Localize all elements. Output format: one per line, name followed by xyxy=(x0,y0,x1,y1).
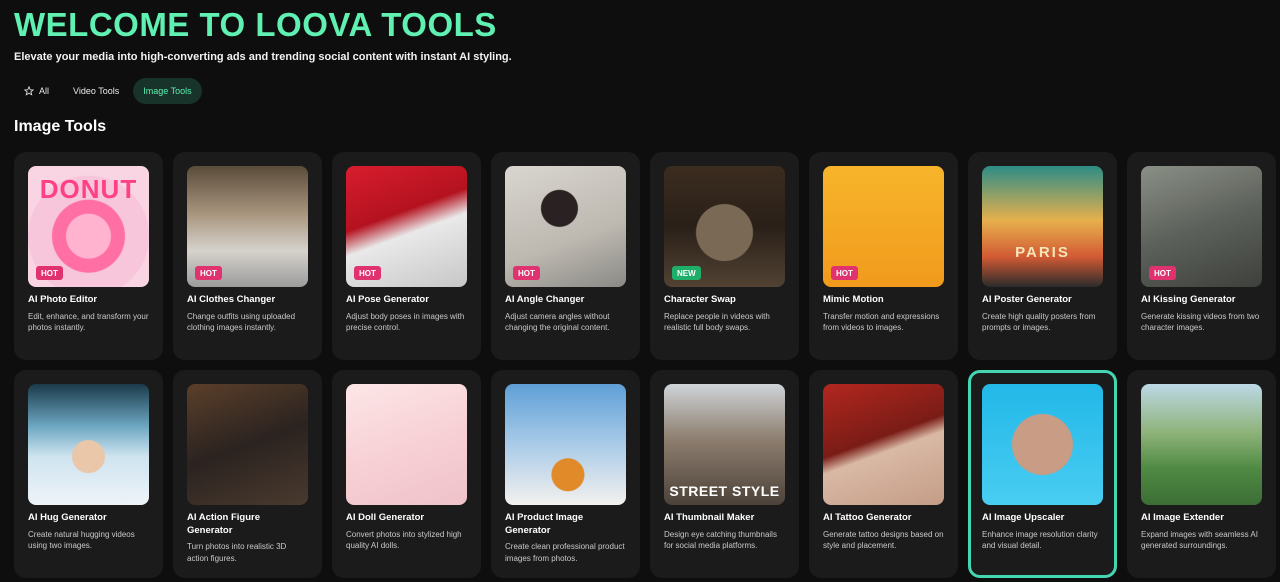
tool-card-image-extender[interactable]: AI Image Extender Expand images with sea… xyxy=(1127,370,1276,578)
tool-description: Generate kissing videos from two charact… xyxy=(1141,311,1260,333)
tool-card-poster-generator[interactable]: PARIS AI Poster Generator Create high qu… xyxy=(968,152,1117,360)
tool-thumbnail: DONUT HOT xyxy=(28,166,149,287)
tool-thumbnail: HOT xyxy=(505,166,626,287)
tool-description: Adjust camera angles without changing th… xyxy=(505,311,610,333)
tool-name: AI Thumbnail Maker xyxy=(664,512,755,523)
tool-description: Expand images with seamless AI generated… xyxy=(1141,529,1258,551)
hot-badge: HOT xyxy=(831,266,858,280)
tool-card-character-swap[interactable]: NEW Character Swap Replace people in vid… xyxy=(650,152,799,360)
hot-badge: HOT xyxy=(195,266,222,280)
tool-description: Design eye catching thumbnails for socia… xyxy=(664,529,777,551)
page-subtitle: Elevate your media into high-converting … xyxy=(14,51,512,63)
tool-card-doll-generator[interactable]: AI Doll Generator Convert photos into st… xyxy=(332,370,481,578)
thumbnail-text: STREET STYLE xyxy=(669,483,780,499)
tool-thumbnail: PARIS xyxy=(982,166,1103,287)
tool-description: Create natural hugging videos using two … xyxy=(28,529,135,551)
tool-card-pose-generator[interactable]: HOT AI Pose Generator Adjust body poses … xyxy=(332,152,481,360)
tool-name: AI Action Figure Generator xyxy=(187,512,261,536)
tool-card-photo-editor[interactable]: DONUT HOT AI Photo Editor Edit, enhance,… xyxy=(14,152,163,360)
tool-description: Convert photos into stylized high qualit… xyxy=(346,529,462,551)
tool-thumbnail: HOT xyxy=(823,166,944,287)
tool-description: Generate tattoo designs based on style a… xyxy=(823,529,944,551)
tool-name: AI Angle Changer xyxy=(505,294,585,305)
tool-name: AI Kissing Generator xyxy=(1141,294,1236,305)
tool-card-kissing-generator[interactable]: HOT AI Kissing Generator Generate kissin… xyxy=(1127,152,1276,360)
tool-description: Turn photos into realistic 3D action fig… xyxy=(187,542,287,563)
tool-description: Create high quality posters from prompts… xyxy=(982,311,1096,333)
tab-label: Video Tools xyxy=(73,86,120,96)
tool-thumbnail xyxy=(505,384,626,505)
tool-card-clothes-changer[interactable]: HOT AI Clothes Changer Change outfits us… xyxy=(173,152,322,360)
tool-thumbnail: NEW xyxy=(664,166,785,287)
tool-card-image-upscaler[interactable]: AI Image Upscaler Enhance image resoluti… xyxy=(968,370,1117,578)
tool-thumbnail: STREET STYLE xyxy=(664,384,785,505)
tool-name: AI Poster Generator xyxy=(982,294,1072,305)
tool-grid: DONUT HOT AI Photo Editor Edit, enhance,… xyxy=(14,152,1276,578)
tab-label: All xyxy=(39,86,50,96)
tool-name: AI Product Image Generator xyxy=(505,512,584,536)
thumbnail-text: DONUT xyxy=(39,174,138,204)
tool-thumbnail: HOT xyxy=(346,166,467,287)
hot-badge: HOT xyxy=(1149,266,1176,280)
section-title: Image Tools xyxy=(14,118,107,135)
tool-description: Transfer motion and expressions from vid… xyxy=(823,311,940,333)
tool-card-tattoo-generator[interactable]: AI Tattoo Generator Generate tattoo desi… xyxy=(809,370,958,578)
filter-tabs: All Video Tools Image Tools xyxy=(14,78,202,104)
tool-description: Create clean professional product images… xyxy=(505,542,625,563)
tab-video-tools[interactable]: Video Tools xyxy=(63,78,129,104)
tab-image-tools[interactable]: Image Tools xyxy=(133,78,202,104)
tool-name: AI Photo Editor xyxy=(28,294,98,305)
tab-all[interactable]: All xyxy=(14,78,59,104)
tool-description: Change outfits using uploaded clothing i… xyxy=(187,311,296,333)
tool-name: AI Tattoo Generator xyxy=(823,512,912,523)
tool-description: Edit, enhance, and transform your photos… xyxy=(28,311,149,333)
tool-thumbnail xyxy=(823,384,944,505)
tool-description: Adjust body poses in images with precise… xyxy=(346,311,465,333)
hot-badge: HOT xyxy=(36,266,63,280)
tool-thumbnail xyxy=(346,384,467,505)
hot-badge: HOT xyxy=(513,266,540,280)
page-title: WELCOME TO LOOVA TOOLS xyxy=(14,6,497,43)
tool-name: AI Hug Generator xyxy=(28,512,107,523)
tool-name: AI Clothes Changer xyxy=(187,294,276,305)
tool-name: Mimic Motion xyxy=(823,294,884,305)
tool-name: AI Image Extender xyxy=(1141,512,1224,523)
tool-card-product-image-generator[interactable]: AI Product Image Generator Create clean … xyxy=(491,370,640,578)
tool-name: AI Pose Generator xyxy=(346,294,429,305)
tool-card-hug-generator[interactable]: AI Hug Generator Create natural hugging … xyxy=(14,370,163,578)
hot-badge: HOT xyxy=(354,266,381,280)
tool-thumbnail xyxy=(187,384,308,505)
thumbnail-text: PARIS xyxy=(1015,244,1070,261)
new-badge: NEW xyxy=(672,266,701,280)
tool-card-thumbnail-maker[interactable]: STREET STYLE AI Thumbnail Maker Design e… xyxy=(650,370,799,578)
star-icon xyxy=(24,86,34,96)
tool-name: Character Swap xyxy=(664,294,736,305)
tool-description: Replace people in videos with realistic … xyxy=(664,311,770,333)
tool-name: AI Doll Generator xyxy=(346,512,425,523)
tool-thumbnail xyxy=(982,384,1103,505)
tool-card-action-figure-generator[interactable]: AI Action Figure Generator Turn photos i… xyxy=(173,370,322,578)
tool-thumbnail xyxy=(1141,384,1262,505)
tool-card-angle-changer[interactable]: HOT AI Angle Changer Adjust camera angle… xyxy=(491,152,640,360)
tool-thumbnail: HOT xyxy=(1141,166,1262,287)
tab-label: Image Tools xyxy=(143,86,192,96)
tool-card-mimic-motion[interactable]: HOT Mimic Motion Transfer motion and exp… xyxy=(809,152,958,360)
tool-name: AI Image Upscaler xyxy=(982,512,1065,523)
tool-thumbnail xyxy=(28,384,149,505)
tool-thumbnail: HOT xyxy=(187,166,308,287)
tool-description: Enhance image resolution clarity and vis… xyxy=(982,529,1098,551)
